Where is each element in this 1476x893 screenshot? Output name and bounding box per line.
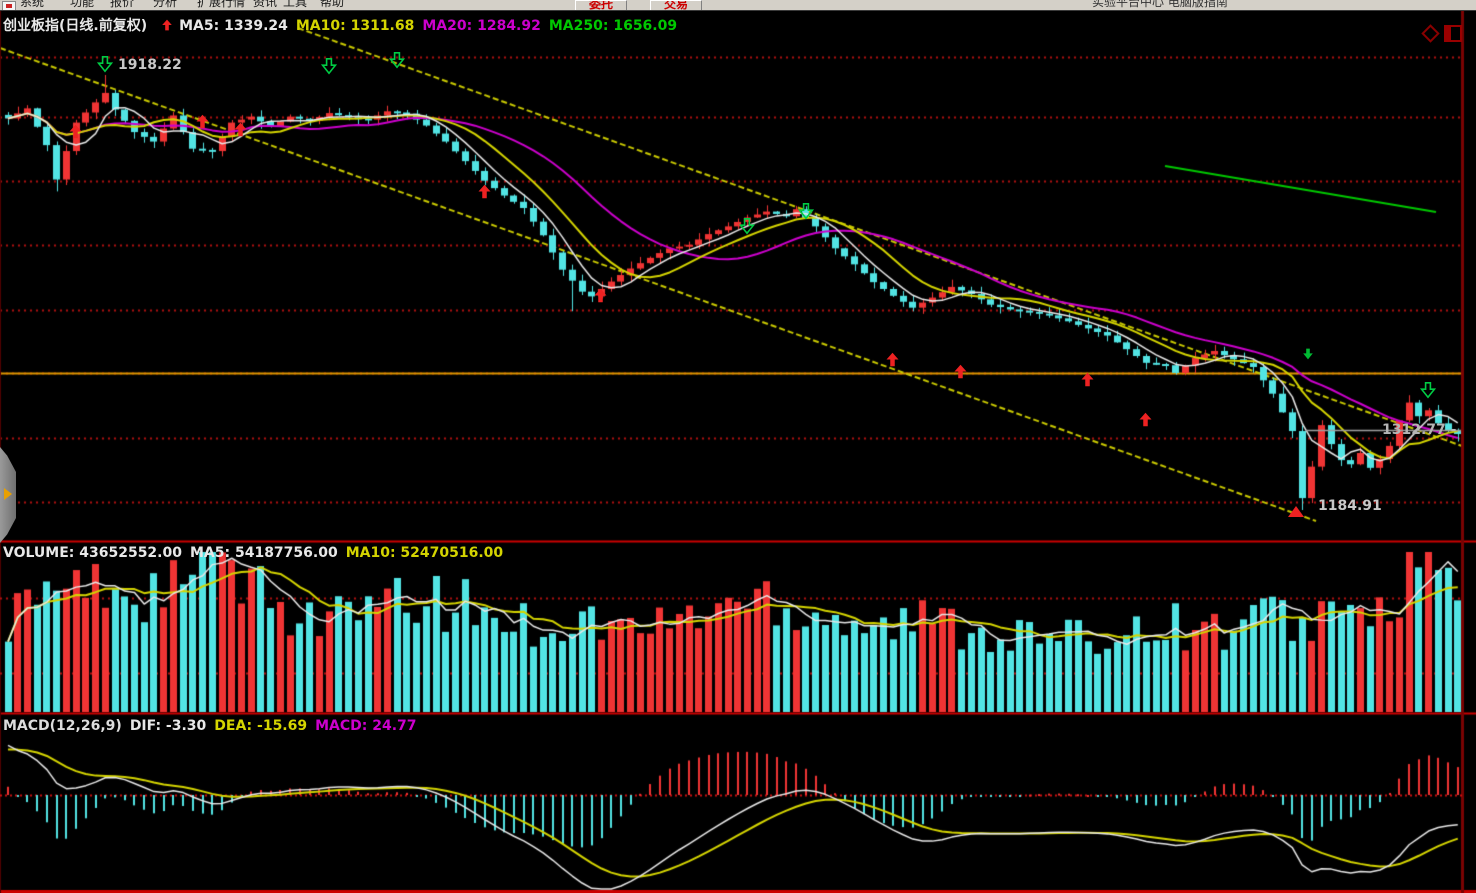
macd-indicator-value: MACD(12,26,9) [3,718,122,734]
menu-item[interactable]: 帮助 [320,0,344,9]
macd-title-row: MACD(12,26,9) DIF: -3.30 DEA: -15.69 MACD: … [3,718,433,734]
ma-indicator-value: MA20: 1284.92 [422,18,541,34]
buy-signal-icon [477,182,492,205]
sell-signal-icon [389,50,405,74]
ma-indicator-value: MA250: 1656.09 [549,18,677,34]
menu-bar: 系统 功能 报价 分析 扩展行情资讯工具 帮助 委托 交易 实验平台中心 电脑版指南 [0,0,1476,11]
menu-item[interactable]: 报价 [110,0,134,9]
buy-signal-icon [953,362,968,385]
buy-signal-icon [233,120,248,143]
menu-item[interactable]: 功能 [70,0,94,9]
buy-signal-icon [195,112,210,135]
menu-item[interactable]: 扩展行情 [197,0,245,9]
menu-item[interactable]: 工具 [283,0,307,9]
macd-indicator-value: DIF: -3.30 [130,718,206,734]
volume-title-row: VOLUME: 43652552.00 MA5: 54187756.00 MA10:… [3,545,519,561]
macd-indicator-value: MACD: 24.77 [315,718,416,734]
low-point-triangle-icon [1288,502,1304,521]
up-arrow-icon [161,18,173,32]
buy-signal-icon [593,286,608,309]
split-window-icon[interactable] [1444,25,1462,42]
sell-signal-icon [739,216,755,240]
ma-indicator-value: MA10: 1311.68 [296,18,415,34]
instrument-title[interactable]: 创业板指(日线.前复权) [3,18,147,34]
menu-button[interactable]: 交易 [650,0,702,11]
buy-signal-icon [1080,370,1095,393]
volume-indicator-value: MA10: 52470516.00 [346,545,503,561]
sell-signal-icon [798,201,814,225]
menu-item[interactable]: 资讯 [253,0,277,9]
buy-signal-icon [68,122,83,145]
menu-item[interactable]: 分析 [153,0,177,9]
macd-indicator-value: DEA: -15.69 [214,718,307,734]
buy-signal-icon [1138,410,1153,433]
sell-signal-icon [97,54,113,78]
menu-item[interactable]: 系统 [20,0,44,9]
high-price-label: 1918.22 [118,57,182,73]
last-price-label: 1312.77 - [1382,422,1456,438]
buy-signal-icon [885,350,900,373]
chart-canvas[interactable] [0,0,1476,893]
sell-signal-icon [1420,380,1436,404]
volume-indicator-value: MA5: 54187756.00 [190,545,338,561]
app-icon [2,1,16,11]
expand-arrow-icon [4,488,12,500]
menu-button[interactable]: 委托 [575,0,627,11]
menu-right-text: 实验平台中心 电脑版指南 [1092,0,1228,9]
low-price-label: 1184.91 [1318,498,1382,514]
ma-indicator-value: MA5: 1339.24 [179,18,288,34]
sell-signal-icon [321,56,337,80]
volume-indicator-value: VOLUME: 43652552.00 [3,545,182,561]
main-chart-title-row: 创业板指(日线.前复权) MA5: 1339.24 MA10: 1311.68 MA2… [3,15,693,35]
sell-signal-filled-icon [1302,346,1314,366]
